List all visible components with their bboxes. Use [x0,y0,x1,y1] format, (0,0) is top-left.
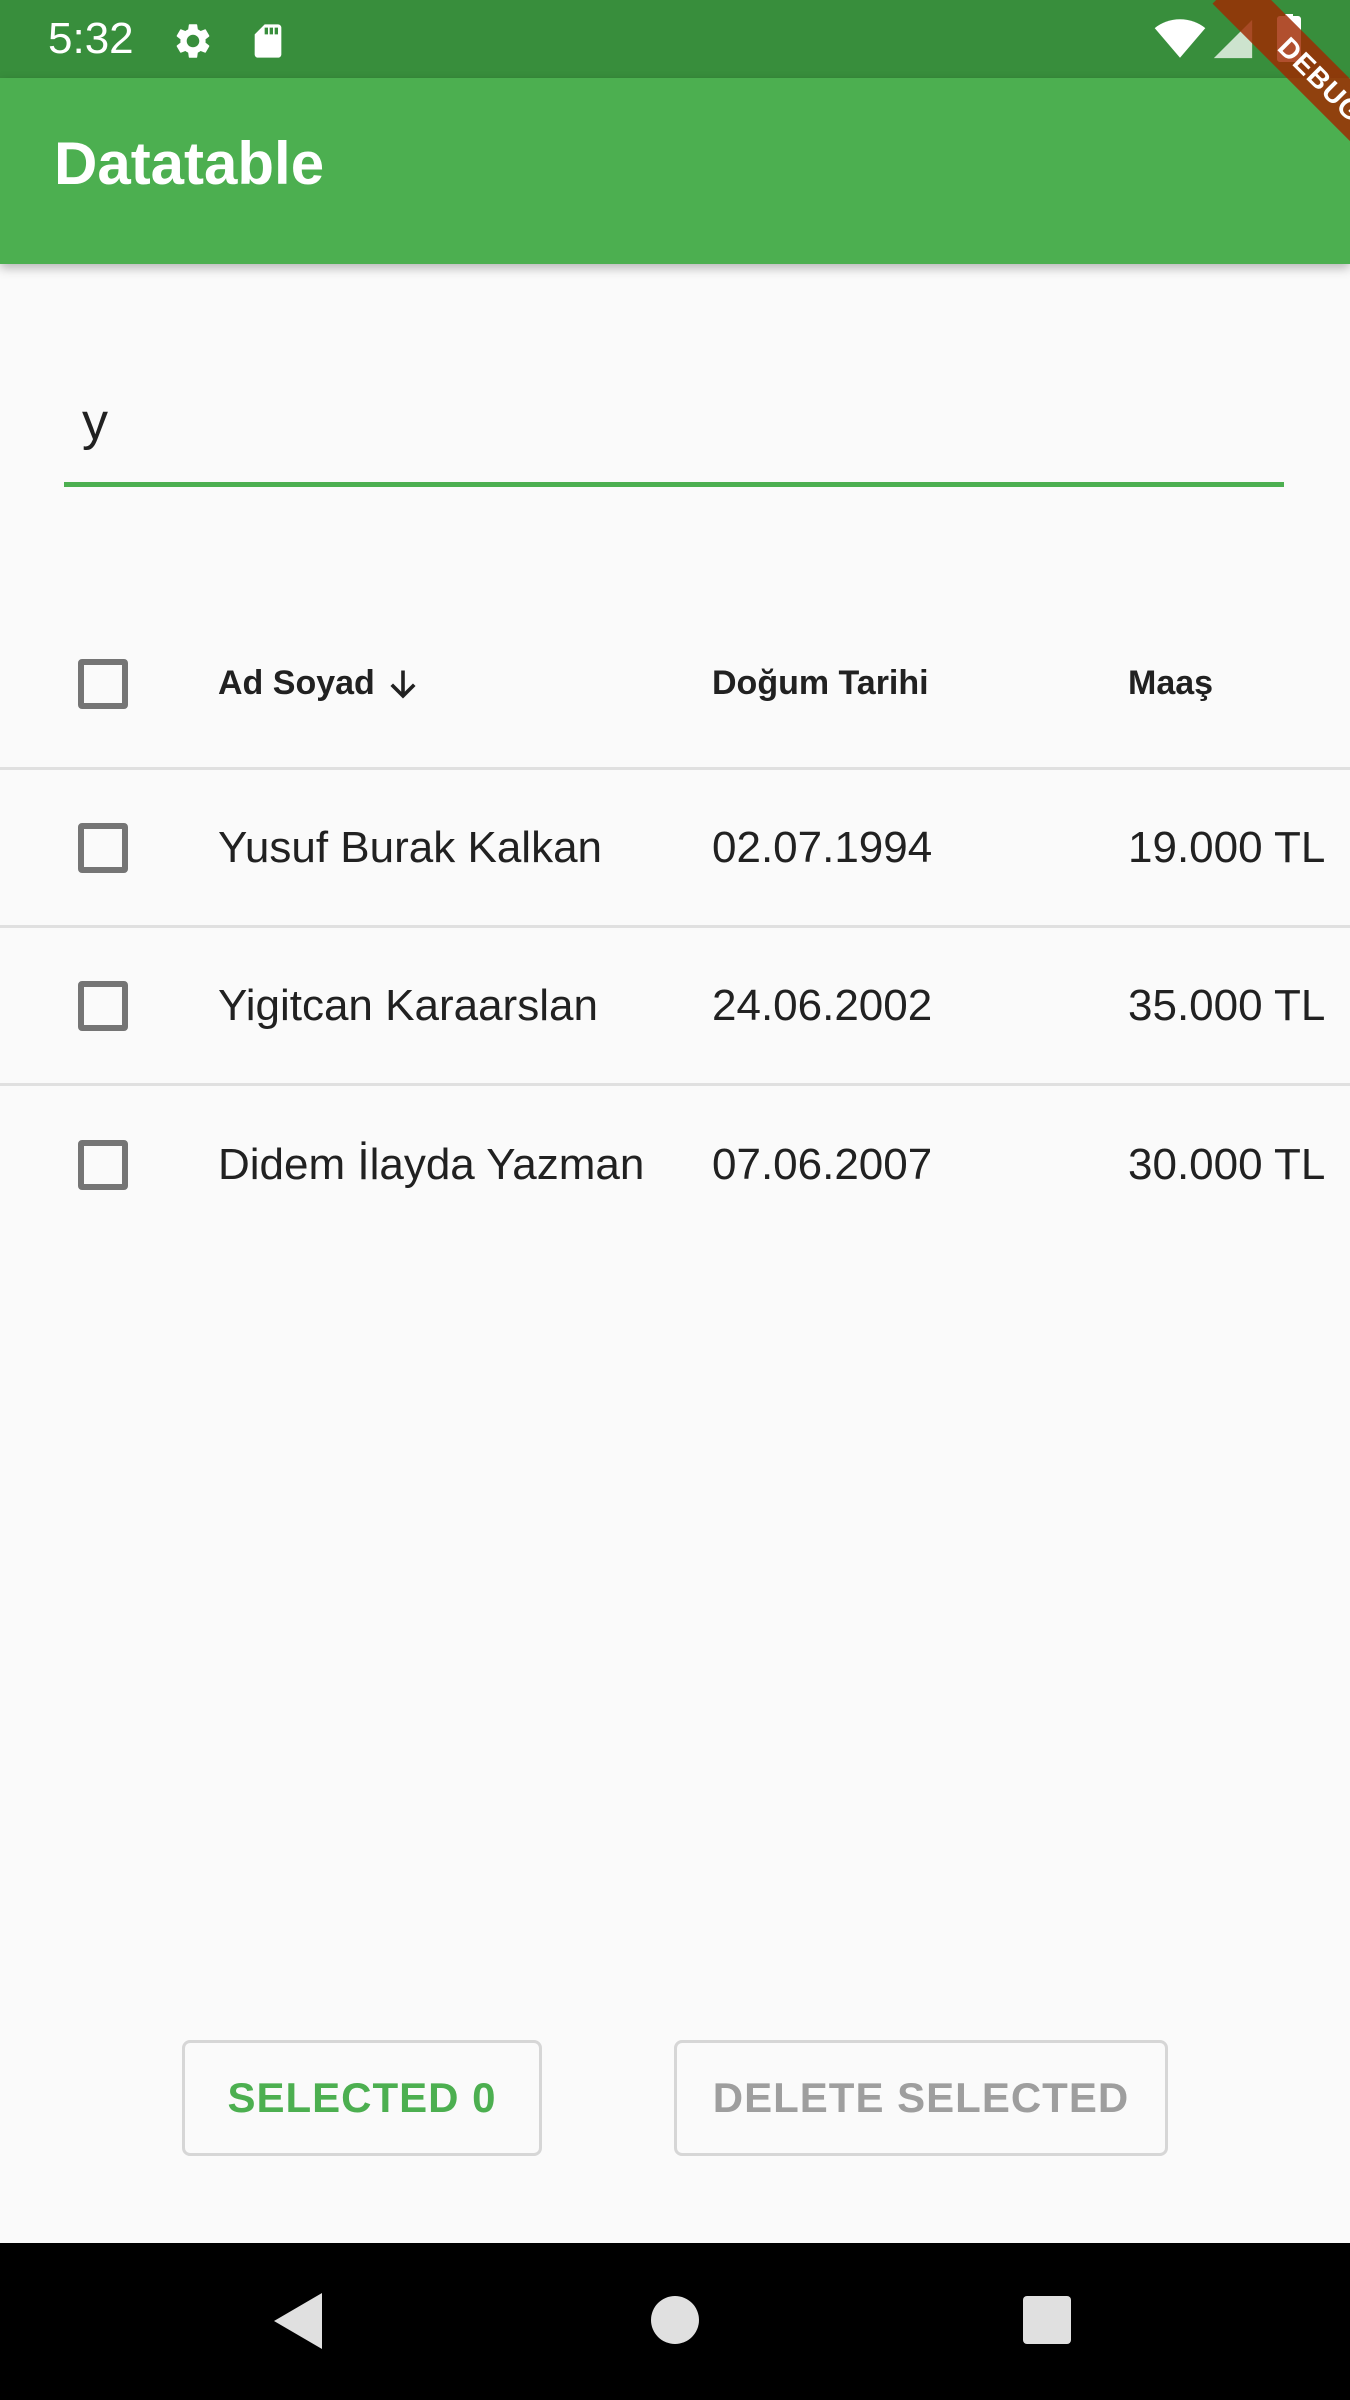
debug-banner: DEBUG [1180,0,1350,190]
back-icon[interactable] [270,2289,326,2358]
status-time: 5:32 [48,14,134,63]
column-header-name-label: Ad Soyad [218,664,375,702]
search-field [64,360,1284,490]
home-icon[interactable] [650,2295,700,2350]
app-bar: Datatable [0,78,1350,264]
app-title: Datatable [54,130,325,197]
column-header-salary-label: Maaş [1128,664,1214,702]
recents-icon[interactable] [1022,2295,1072,2350]
table-row[interactable]: Yusuf Burak Kalkan 02.07.1994 19.000 TL [0,770,1350,928]
cell-name: Yusuf Burak Kalkan [218,822,603,872]
table-header-row: Ad Soyad Doğum Tarihi Maaş [0,600,1350,770]
select-all-checkbox[interactable] [78,658,128,709]
table-row[interactable]: Didem İlayda Yazman 07.06.2007 30.000 TL [0,1086,1350,1244]
cell-birth-date: 24.06.2002 [712,980,933,1030]
cell-salary: 19.000 TL [1128,822,1326,872]
cell-name: Didem İlayda Yazman [218,1140,645,1189]
data-table: Ad Soyad Doğum Tarihi Maaş Yusuf Burak K… [0,600,1350,1244]
column-header-birth-date-label: Doğum Tarihi [712,664,929,702]
row-checkbox[interactable] [78,822,128,873]
column-header-salary[interactable]: Maaş [1128,600,1328,767]
sd-card-icon [248,20,288,67]
delete-selected-button[interactable]: DELETE SELECTED [674,2040,1168,2156]
search-underline [64,482,1284,487]
row-checkbox[interactable] [78,980,128,1031]
navigation-bar [0,2243,1350,2400]
cell-salary: 35.000 TL [1128,980,1326,1030]
cell-name: Yigitcan Karaarslan [218,980,598,1030]
column-header-birth-date[interactable]: Doğum Tarihi [712,600,1072,767]
row-checkbox[interactable] [78,1140,128,1190]
cell-salary: 30.000 TL [1128,1140,1326,1189]
cell-birth-date: 07.06.2007 [712,1140,933,1189]
settings-icon [172,20,214,67]
cell-birth-date: 02.07.1994 [712,822,933,872]
arrow-down-icon [385,664,421,704]
column-header-name[interactable]: Ad Soyad [218,600,648,767]
table-row[interactable]: Yigitcan Karaarslan 24.06.2002 35.000 TL [0,928,1350,1086]
search-input[interactable] [64,360,1284,484]
debug-label: DEBUG [1212,0,1350,188]
selected-count-button[interactable]: SELECTED 0 [182,2040,542,2156]
status-bar: 5:32 [0,0,1350,78]
